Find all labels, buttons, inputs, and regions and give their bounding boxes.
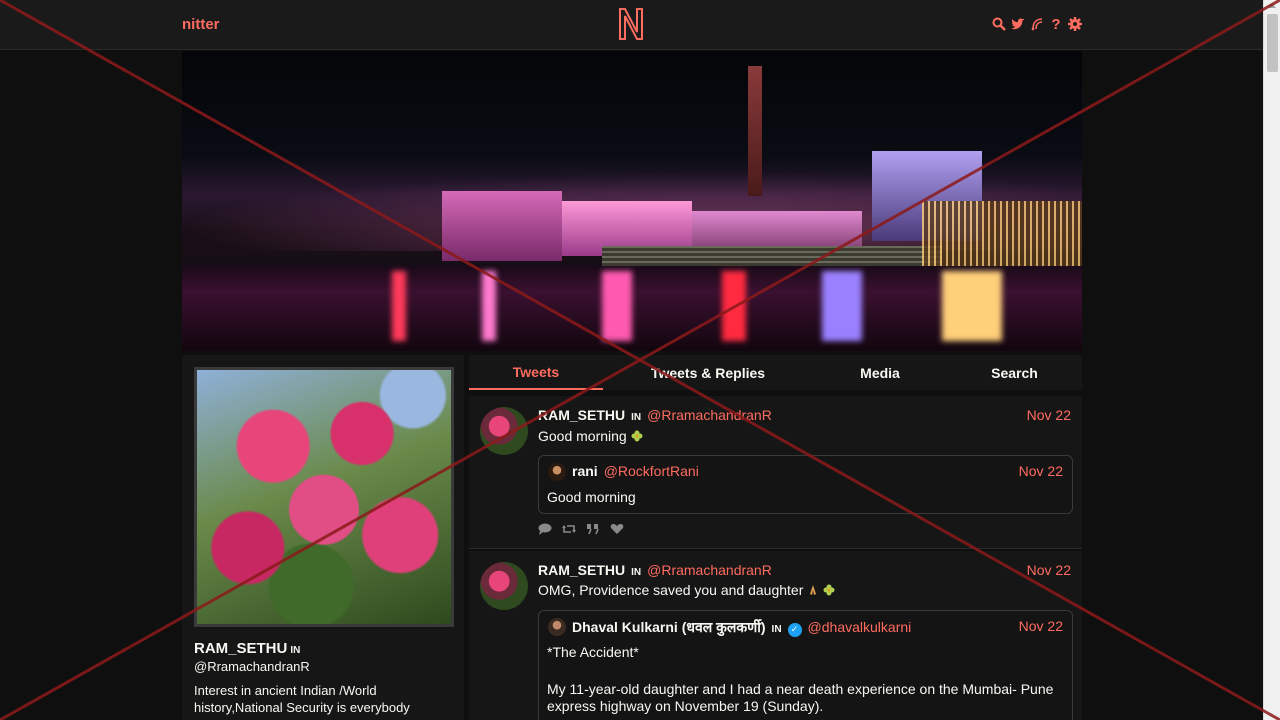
nav-icon-group: ? bbox=[992, 16, 1082, 33]
quote-date[interactable]: Nov 22 bbox=[1019, 618, 1063, 634]
comment-icon[interactable] bbox=[538, 523, 552, 538]
nitter-logo-icon[interactable] bbox=[617, 6, 645, 42]
scrollbar-thumb[interactable] bbox=[1267, 14, 1278, 72]
quote-text-line: *The Accident* bbox=[547, 644, 639, 660]
tweet-username[interactable]: @RramachandranR bbox=[647, 407, 772, 423]
quote-avatar[interactable] bbox=[548, 463, 566, 481]
verified-badge-icon: ✓ bbox=[787, 622, 802, 637]
banner-reflection bbox=[942, 271, 1002, 341]
top-navbar: nitter ? bbox=[0, 0, 1263, 50]
flower-emoji-icon bbox=[631, 430, 643, 442]
banner-reflection bbox=[602, 271, 632, 341]
timeline-tabs: Tweets Tweets & Replies Media Search bbox=[469, 355, 1082, 390]
tweet-date[interactable]: Nov 22 bbox=[1027, 407, 1071, 423]
folded-hands-emoji-icon bbox=[810, 585, 817, 595]
rss-icon[interactable] bbox=[1030, 16, 1044, 32]
tweet-fullname[interactable]: RAM_SETHU bbox=[538, 407, 625, 423]
quote-header: rani @RockfortRani bbox=[572, 463, 699, 479]
settings-icon[interactable] bbox=[1068, 16, 1082, 32]
help-icon[interactable]: ? bbox=[1049, 16, 1063, 33]
profile-username[interactable]: @RramachandranR bbox=[194, 659, 310, 674]
banner-temple-left bbox=[442, 191, 562, 261]
tweet-avatar[interactable] bbox=[480, 562, 528, 610]
heart-icon[interactable] bbox=[610, 523, 624, 538]
tweet-fullname[interactable]: RAM_SETHU bbox=[538, 562, 625, 578]
tweet-avatar[interactable] bbox=[480, 407, 528, 455]
tweet-username[interactable]: @RramachandranR bbox=[647, 562, 772, 578]
quote-fullname[interactable]: rani bbox=[572, 463, 598, 479]
quote-text-line: express highway on November 19 (Sunday). bbox=[547, 698, 824, 714]
quote-text-line: My 11-year-old daughter and I had a near… bbox=[547, 681, 1054, 697]
quote-fullname[interactable]: Dhaval Kulkarni (धवल कुलकर्णी) bbox=[572, 618, 766, 637]
timeline-item[interactable]: RAM_SETHU IN @RramachandranR Nov 22 Good… bbox=[469, 396, 1082, 549]
twitter-icon[interactable] bbox=[1011, 16, 1025, 32]
site-logo-link[interactable]: nitter bbox=[182, 16, 220, 33]
banner-reflection bbox=[722, 271, 746, 341]
tab-media[interactable]: Media bbox=[813, 355, 947, 390]
tweet-header: RAM_SETHU IN @RramachandranR bbox=[538, 562, 772, 578]
tab-tweets-and-replies[interactable]: Tweets & Replies bbox=[603, 355, 813, 390]
profile-fullname[interactable]: RAM_SETHU IN bbox=[194, 640, 300, 657]
tweet-stats bbox=[538, 523, 624, 538]
tweet-flag: IN bbox=[631, 567, 642, 578]
tweet-content: OMG, Providence saved you and daughter bbox=[538, 582, 835, 598]
tweet-content: Good morning bbox=[538, 428, 643, 444]
tweet-header: RAM_SETHU IN @RramachandranR bbox=[538, 407, 772, 423]
profile-bio: Interest in ancient Indian /World histor… bbox=[194, 683, 410, 715]
banner-reflection bbox=[392, 271, 406, 341]
profile-fullname-text: RAM_SETHU bbox=[194, 640, 288, 657]
quote-date[interactable]: Nov 22 bbox=[1019, 463, 1063, 479]
search-icon[interactable] bbox=[992, 16, 1006, 32]
retweet-icon[interactable] bbox=[562, 523, 576, 538]
quote-avatar[interactable] bbox=[548, 618, 566, 636]
quoted-tweet[interactable]: rani @RockfortRani Nov 22 Good morning bbox=[538, 455, 1073, 514]
tweet-content-text: OMG, Providence saved you and daughter bbox=[538, 582, 804, 598]
tab-tweets[interactable]: Tweets bbox=[469, 355, 603, 390]
quote-header: Dhaval Kulkarni (धवल कुलकर्णी) IN ✓ @dha… bbox=[572, 618, 911, 637]
tweet-flag: IN bbox=[631, 412, 642, 423]
flower-emoji-icon bbox=[823, 584, 835, 596]
quote-flag: IN bbox=[771, 624, 782, 635]
quote-username[interactable]: @RockfortRani bbox=[604, 463, 699, 479]
quote-icon[interactable] bbox=[586, 523, 600, 538]
profile-avatar-image bbox=[197, 370, 451, 624]
tweet-content-text: Good morning bbox=[538, 428, 627, 444]
banner-tower bbox=[748, 66, 762, 196]
quoted-tweet[interactable]: Dhaval Kulkarni (धवल कुलकर्णी) IN ✓ @dha… bbox=[538, 610, 1073, 720]
timeline-item[interactable]: RAM_SETHU IN @RramachandranR Nov 22 OMG,… bbox=[469, 551, 1082, 720]
profile-avatar[interactable] bbox=[194, 367, 454, 627]
tab-search[interactable]: Search bbox=[947, 355, 1082, 390]
tweet-date[interactable]: Nov 22 bbox=[1027, 562, 1071, 578]
profile-banner-image[interactable] bbox=[182, 51, 1082, 351]
quote-text: Good morning bbox=[547, 489, 636, 505]
quote-username[interactable]: @dhavalkulkarni bbox=[808, 619, 912, 635]
profile-flag: IN bbox=[290, 645, 301, 656]
scroll-up-arrow-icon[interactable] bbox=[1268, 3, 1276, 8]
page-scrollbar[interactable] bbox=[1263, 0, 1280, 720]
banner-reflection bbox=[822, 271, 862, 341]
banner-reflection bbox=[482, 271, 496, 341]
